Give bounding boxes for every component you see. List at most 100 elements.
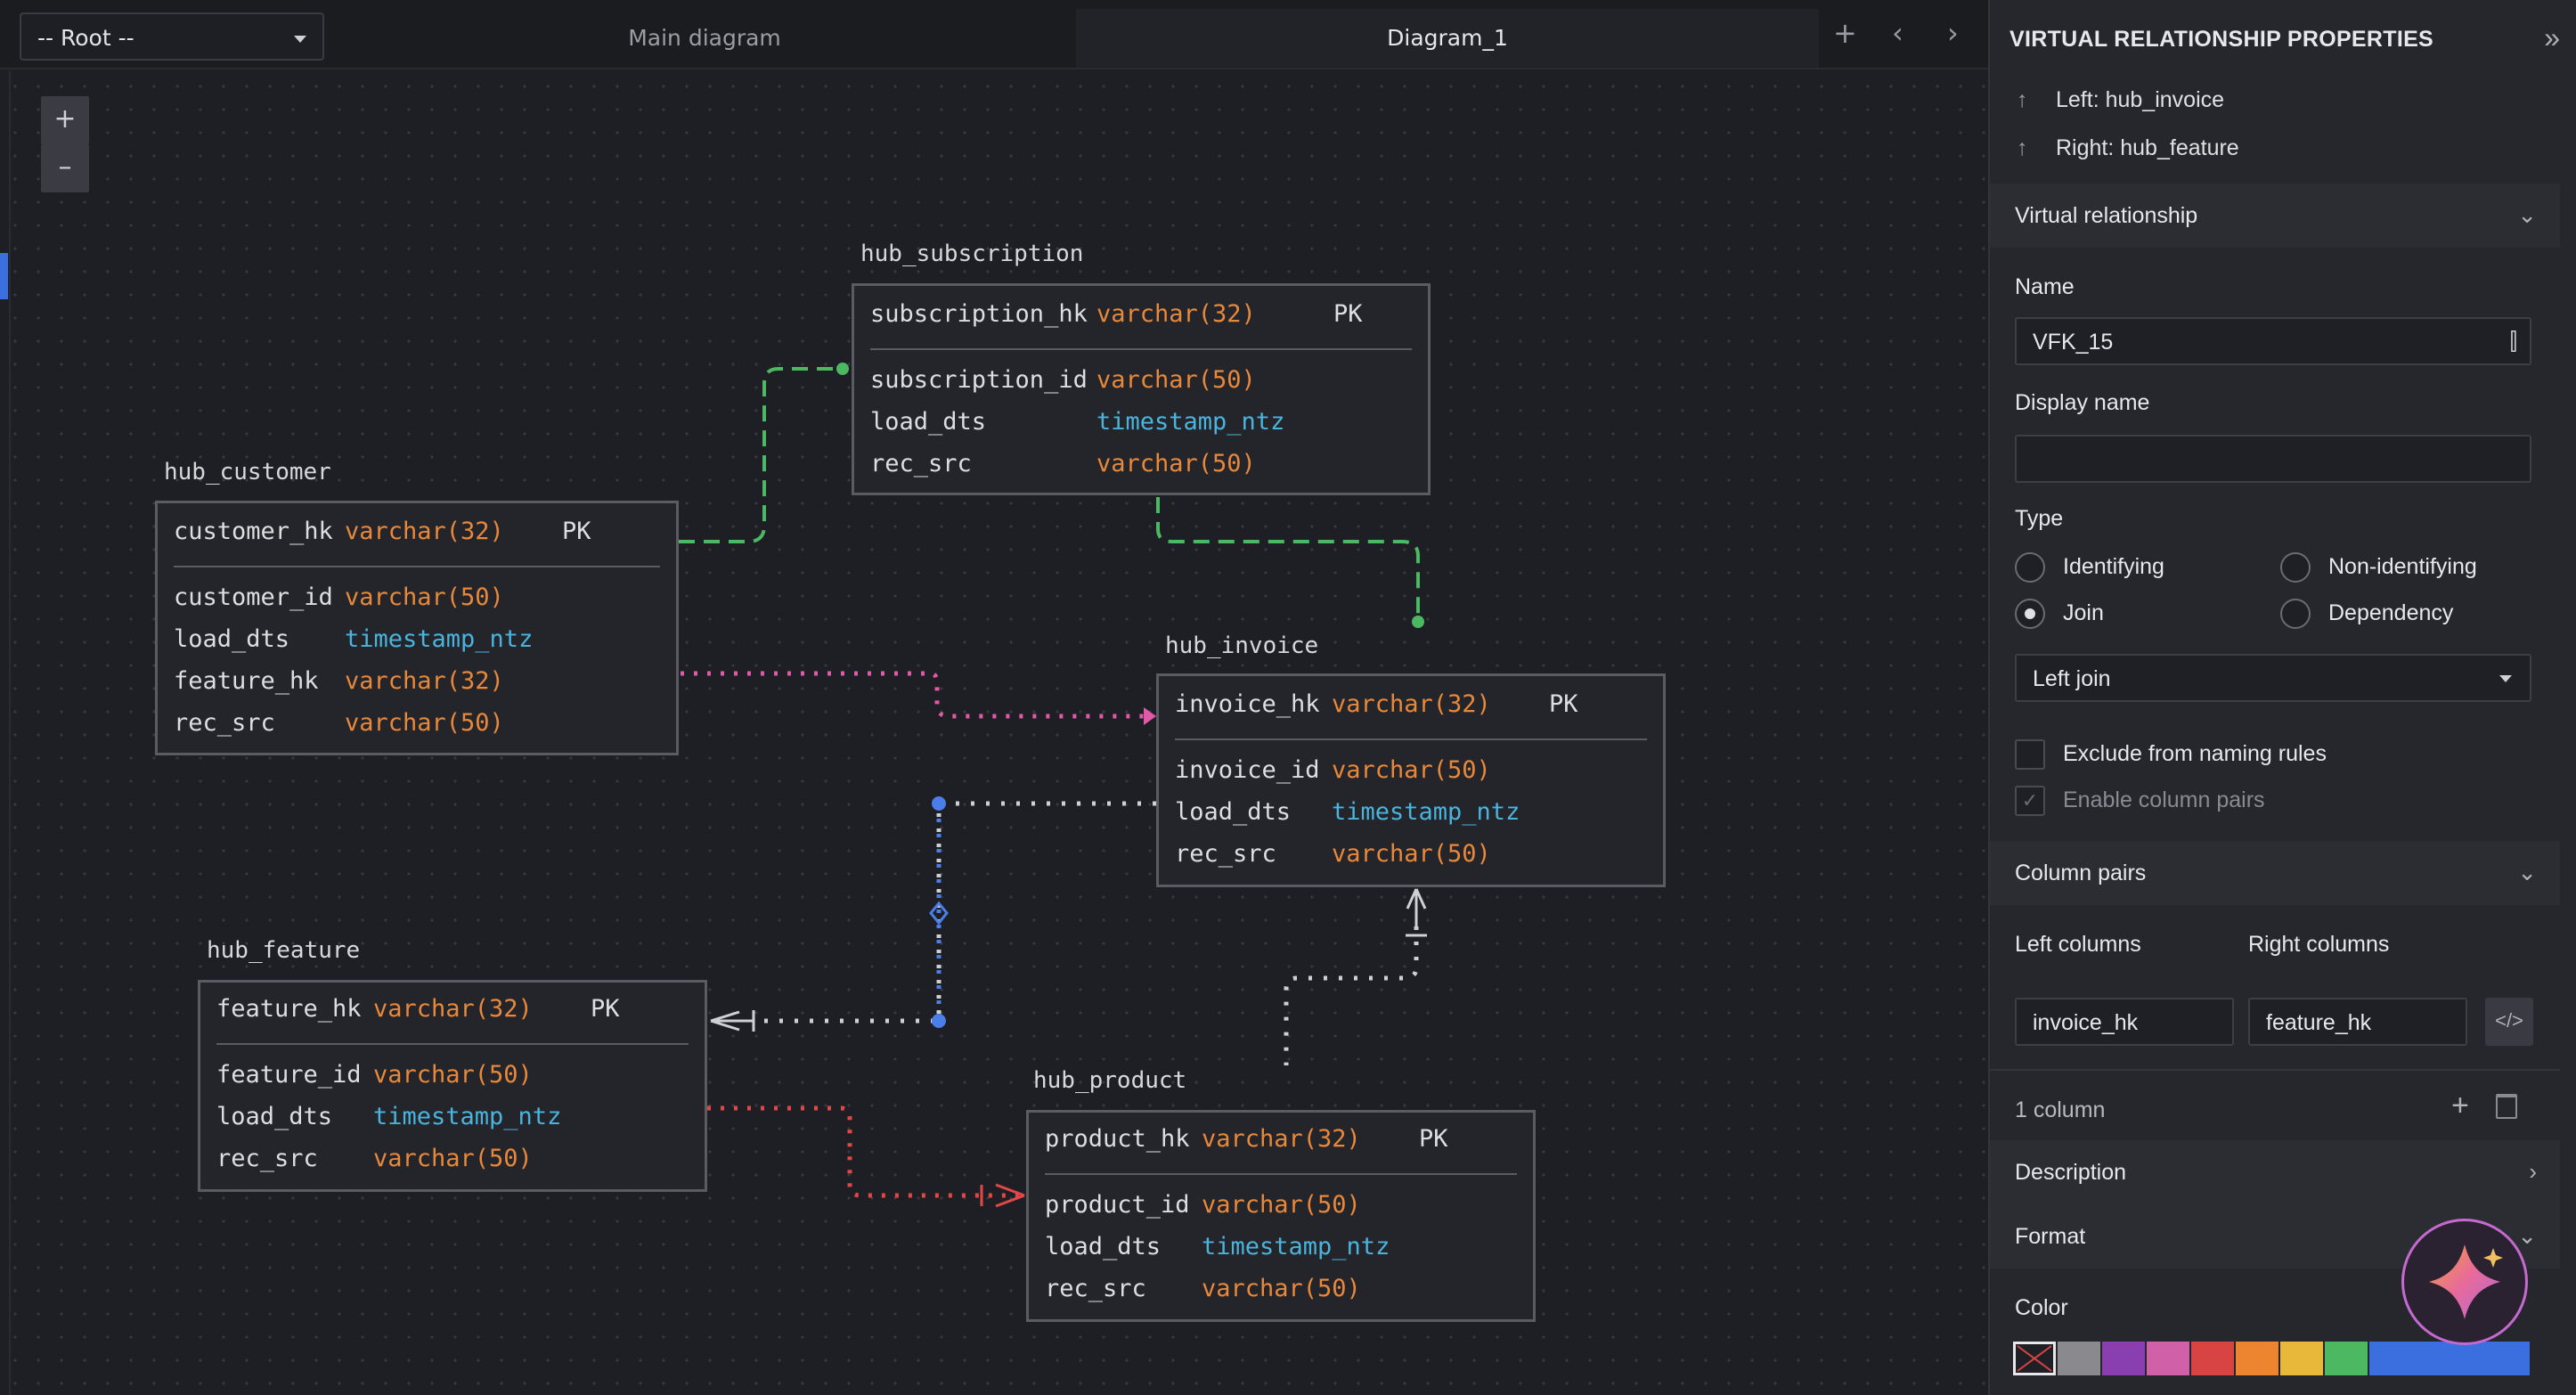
entity-hub-feature[interactable]: feature_hk varchar(32) PK feature_id var… [198, 980, 707, 1192]
section-description[interactable]: Description › [1990, 1140, 2560, 1204]
column-name: invoice_hk [1175, 690, 1320, 718]
trash-icon[interactable] [2496, 1094, 2517, 1119]
column-type: timestamp_ntz [1202, 1233, 1390, 1260]
right-columns-label: Right columns [2248, 932, 2390, 957]
entity-title-hub-invoice: hub_invoice [1165, 632, 1319, 659]
column-name: load_dts [216, 1103, 333, 1130]
swatch-pink[interactable] [2147, 1342, 2189, 1375]
column-type: varchar(50) [373, 1061, 533, 1089]
naming-rules-icon[interactable]: ⫿ [2510, 328, 2517, 356]
swatch-purple[interactable] [2102, 1342, 2145, 1375]
chevron-down-icon: ⌄ [2517, 859, 2537, 885]
type-dependency-radio[interactable] [2280, 599, 2311, 629]
section-virtual-relationship[interactable]: Virtual relationship ⌄ [1990, 184, 2560, 248]
section-label: Column pairs [2015, 861, 2147, 885]
rel-end-dot [836, 363, 849, 375]
name-label: Name [2015, 274, 2075, 299]
exclude-naming-label: Exclude from naming rules [2063, 741, 2327, 766]
type-identifying-label: Identifying [2063, 554, 2164, 579]
column-type: timestamp_ntz [1332, 798, 1520, 826]
right-column-field[interactable]: feature_hk [2248, 998, 2467, 1046]
type-join-radio[interactable] [2015, 599, 2045, 629]
column-type: varchar(50) [1202, 1191, 1361, 1219]
entity-hub-subscription[interactable]: subscription_hk varchar(32) PK subscript… [852, 283, 1431, 495]
pk-flag: PK [1333, 300, 1363, 328]
column-count: 1 column [2015, 1097, 2106, 1122]
handle-dot [932, 796, 946, 811]
entity-hub-invoice[interactable]: invoice_hk varchar(32) PK invoice_id var… [1156, 673, 1666, 887]
column-type: timestamp_ntz [345, 625, 534, 653]
add-pair-icon[interactable]: + [2451, 1089, 2469, 1123]
column-type: varchar(50) [345, 583, 504, 611]
entity-title-hub-feature: hub_feature [207, 937, 361, 964]
ai-assistant-button[interactable] [2401, 1219, 2528, 1345]
column-name: feature_hk [174, 667, 319, 695]
enable-pairs-checkbox[interactable]: ✓ [2015, 786, 2045, 816]
column-name: rec_src [1045, 1275, 1146, 1302]
left-entity-label: Left: hub_invoice [2056, 87, 2225, 112]
handle-dot [932, 1014, 946, 1028]
arrow-up-icon: ↑ [2017, 135, 2028, 160]
section-column-pairs[interactable]: Column pairs ⌄ [1990, 841, 2560, 905]
column-name: rec_src [870, 450, 972, 477]
type-join-label: Join [2063, 600, 2104, 625]
rel-invoice-product [1284, 926, 1419, 1065]
rel-subscription-invoice [1156, 497, 1420, 615]
properties-panel: VIRTUAL RELATIONSHIP PROPERTIES » ↑ Left:… [1988, 0, 2576, 1395]
rel-feature-product [707, 1105, 1023, 1198]
swatch-red[interactable] [2191, 1342, 2234, 1375]
column-type: varchar(50) [1096, 366, 1256, 394]
chevron-down-icon: ⌄ [2517, 201, 2537, 228]
column-name: product_hk [1045, 1125, 1190, 1153]
section-label: Format [2015, 1224, 2086, 1249]
column-name: load_dts [1175, 798, 1292, 826]
collapse-panel-icon[interactable]: » [2544, 21, 2560, 54]
name-field[interactable]: VFK_15 ⫿ [2015, 317, 2531, 365]
display-name-field[interactable] [2015, 435, 2531, 483]
swatch-green[interactable] [2325, 1342, 2368, 1375]
column-name: feature_id [216, 1061, 362, 1089]
sparkle-icon [2429, 1244, 2503, 1319]
rel-customer-subscription [679, 367, 841, 543]
swatch-gray[interactable] [2058, 1342, 2100, 1375]
rel-end-dot [1412, 616, 1424, 628]
code-icon[interactable]: </> [2485, 998, 2533, 1046]
column-name: rec_src [1175, 840, 1276, 868]
column-type: varchar(50) [1332, 840, 1491, 868]
swatch-orange[interactable] [2236, 1342, 2278, 1375]
pk-flag: PK [1419, 1125, 1448, 1153]
type-dependency-label: Dependency [2328, 600, 2454, 625]
left-entity-link[interactable]: ↑ Left: hub_invoice [2017, 87, 2224, 113]
entity-hub-customer[interactable]: customer_hk varchar(32) PK customer_id v… [155, 501, 679, 755]
arrow-up-icon: ↑ [2017, 87, 2028, 112]
arrow-head [1144, 707, 1156, 725]
pk-separator [1175, 738, 1647, 740]
section-label: Virtual relationship [2015, 203, 2198, 228]
type-non-identifying-radio[interactable] [2280, 552, 2311, 583]
pk-separator [216, 1043, 689, 1045]
right-entity-link[interactable]: ↑ Right: hub_feature [2017, 135, 2239, 161]
column-type: varchar(32) [345, 667, 504, 695]
column-name: rec_src [216, 1145, 318, 1172]
left-column-field[interactable]: invoice_hk [2015, 998, 2234, 1046]
name-value: VFK_15 [2033, 330, 2114, 355]
caret-down-icon [2499, 675, 2512, 682]
entity-hub-product[interactable]: product_hk varchar(32) PK product_id var… [1026, 1110, 1536, 1322]
column-name: customer_id [174, 583, 333, 611]
column-name: subscription_hk [870, 300, 1088, 328]
swatch-none[interactable] [2013, 1342, 2056, 1375]
exclude-naming-checkbox[interactable] [2015, 739, 2045, 770]
swatch-blue[interactable] [2369, 1342, 2530, 1375]
right-entity-label: Right: hub_feature [2056, 135, 2239, 160]
column-name: invoice_id [1175, 756, 1320, 784]
entity-title-hub-customer: hub_customer [164, 459, 331, 485]
type-non-identifying-label: Non-identifying [2328, 554, 2477, 579]
swatch-yellow[interactable] [2280, 1342, 2323, 1375]
type-identifying-radio[interactable] [2015, 552, 2045, 583]
pk-flag: PK [562, 518, 591, 545]
color-label: Color [2015, 1295, 2068, 1320]
display-name-label: Display name [2015, 390, 2150, 415]
column-type: varchar(32) [345, 518, 504, 545]
divider [1990, 1069, 2560, 1071]
join-type-select[interactable]: Left join [2015, 654, 2531, 702]
